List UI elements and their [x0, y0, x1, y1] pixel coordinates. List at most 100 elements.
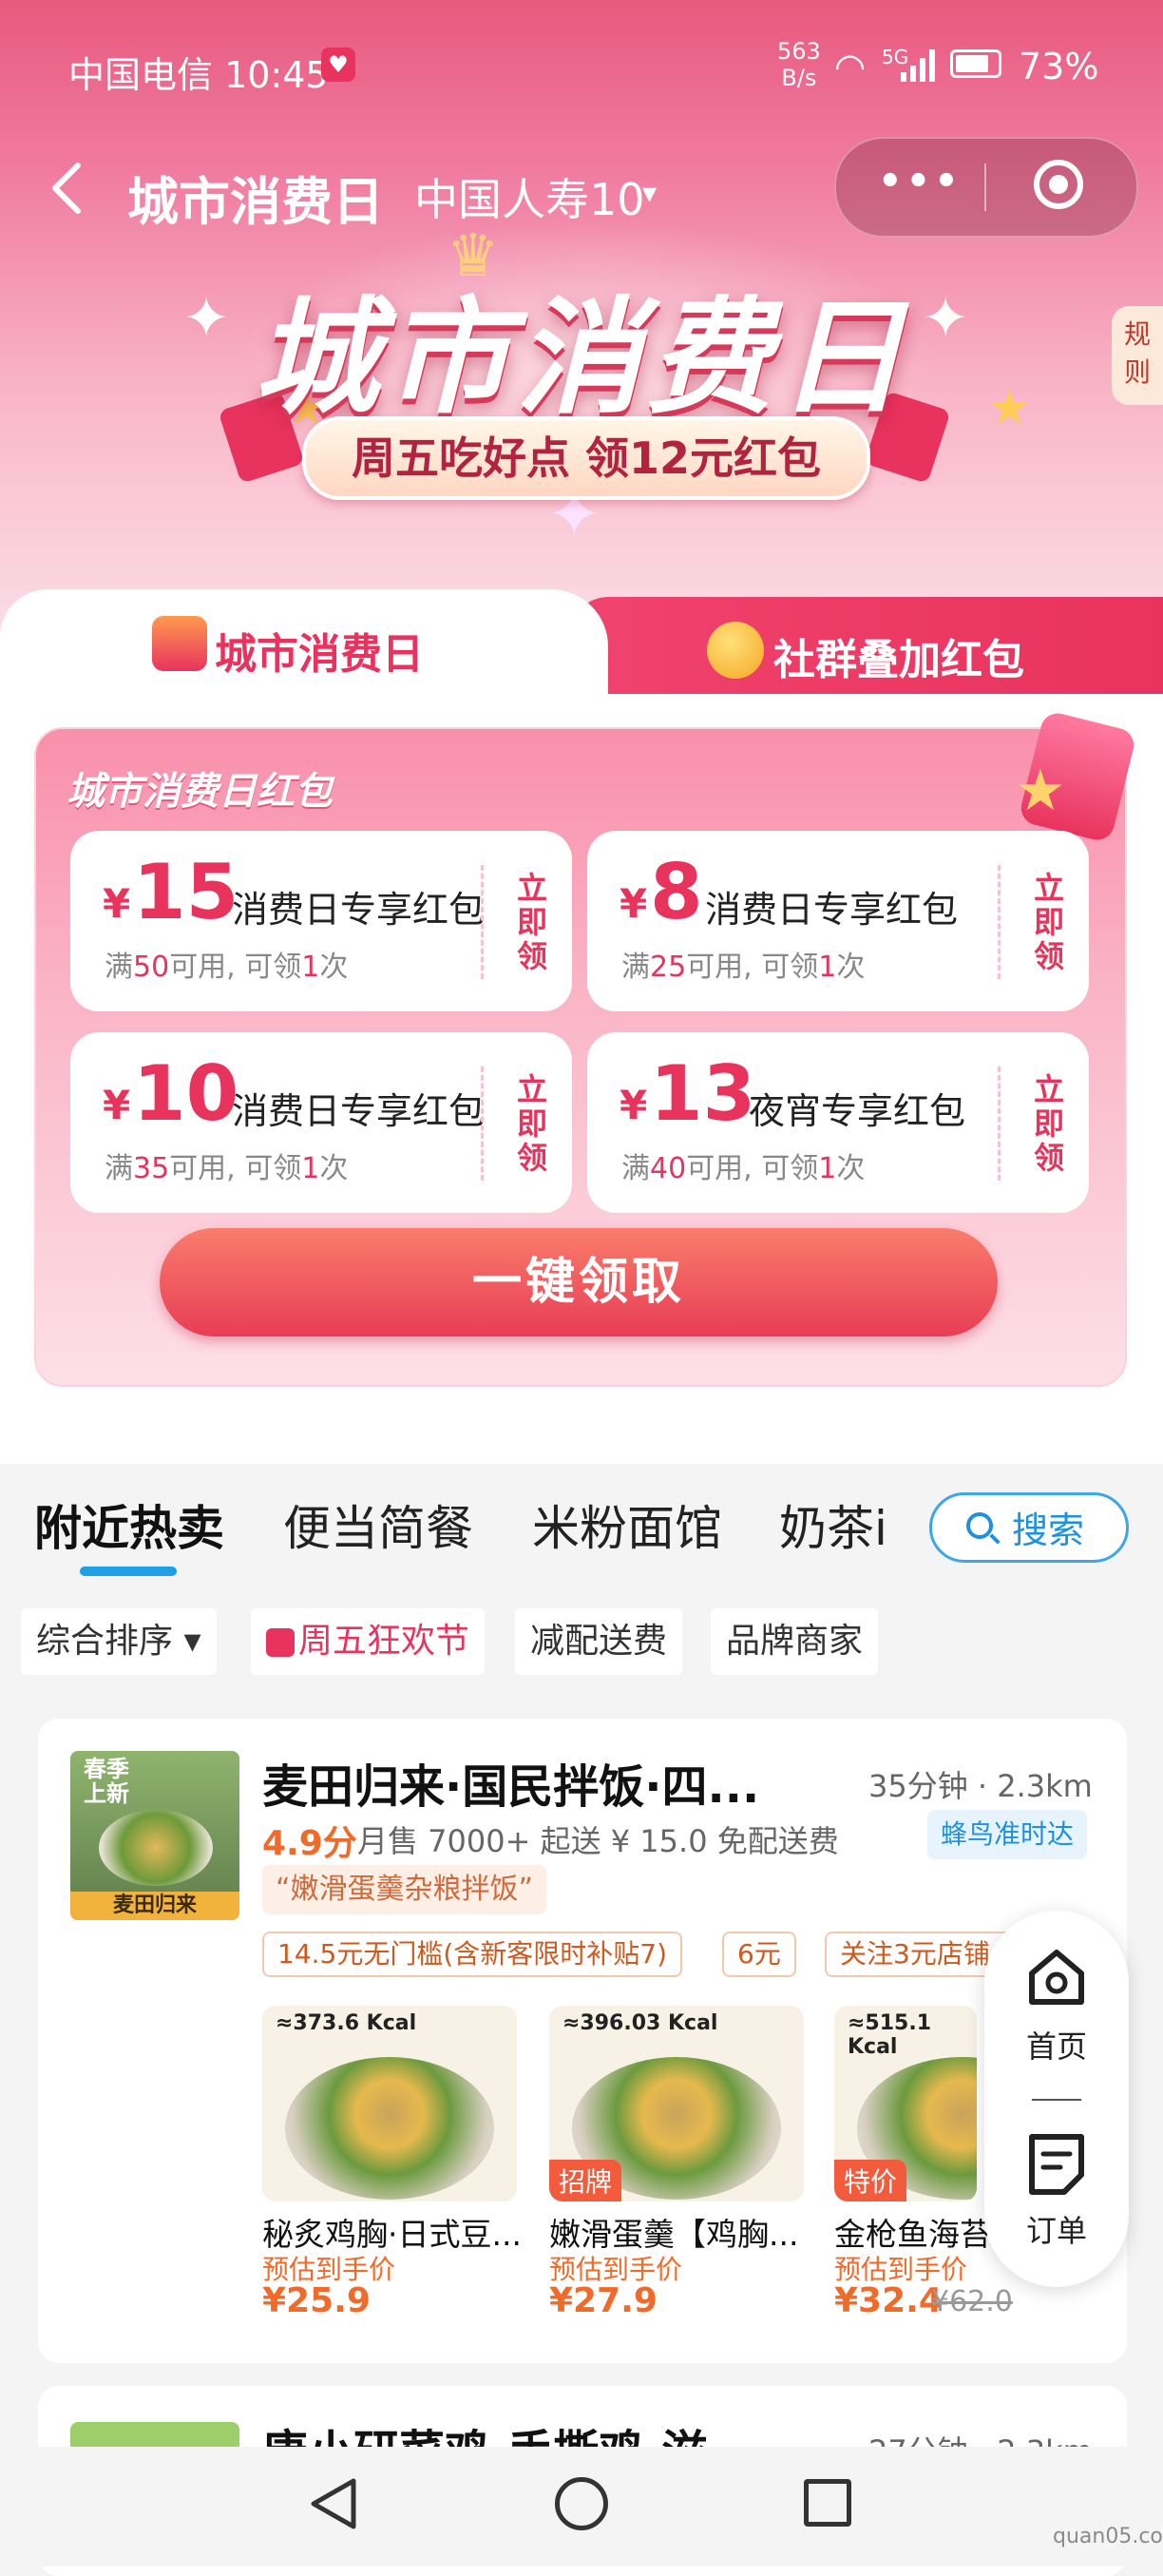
net-speed: 563 B/s	[777, 38, 821, 91]
coupon-name: 消费日专享红包	[705, 889, 959, 931]
logo-line2: 上新	[84, 1780, 129, 1807]
search-icon-handle	[989, 1533, 1001, 1545]
store-name[interactable]: 麦田归来·国民拌饭·四...	[262, 1749, 759, 1816]
coupon-divider	[481, 865, 484, 979]
coupon-currency: ¥	[620, 1082, 648, 1128]
claim-coupon-button[interactable]: 立即领	[517, 871, 551, 973]
page-title: 城市消费日	[127, 172, 384, 232]
food-badge: 特价	[834, 2160, 907, 2201]
food-bowl	[285, 2057, 494, 2200]
food-item-image[interactable]: ≈373.6 Kcal	[262, 2006, 517, 2201]
tab-social-bonus[interactable]: 社群叠加红包	[570, 597, 1163, 703]
filter-friday-festival[interactable]: 周五狂欢节	[251, 1608, 486, 1675]
promo-tag: 6元	[722, 1932, 796, 1977]
coupon-currency: ¥	[620, 880, 648, 927]
store-sales-info: 月售 7000+ 起送 ¥ 15.0 免配送费	[357, 1823, 839, 1859]
coupon-currency: ¥	[103, 880, 131, 927]
coupon-amount: 10	[133, 1049, 239, 1138]
back-triangle-icon[interactable]	[306, 2475, 359, 2536]
food-item-price: ¥25.9	[262, 2281, 371, 2320]
claim-all-button[interactable]: 一键领取	[160, 1228, 998, 1336]
net-speed-value: 563	[777, 38, 821, 65]
cond-threshold: 40	[650, 1152, 687, 1185]
food-item-name[interactable]: 秘炙鸡胸·日式豆...	[262, 2209, 522, 2255]
category-tab-nearby-hot[interactable]: 附近热卖	[34, 1490, 224, 1559]
coupon-name: 消费日专享红包	[232, 1090, 486, 1132]
smiley-emoji-icon	[707, 622, 764, 679]
coupon-condition: 满35可用, 可领1次	[105, 1144, 348, 1186]
gift-icon	[152, 616, 207, 671]
food-item-image[interactable]: ≈396.03 Kcal 招牌	[549, 2006, 804, 2201]
miniprogram-capsule: •••	[834, 137, 1138, 238]
filter-brand[interactable]: 品牌商家	[711, 1608, 879, 1675]
cond-mid: 可用, 可领	[169, 1152, 302, 1185]
logo-brand-bar: 麦田归来	[70, 1892, 239, 1920]
search-label: 搜索	[1012, 1509, 1085, 1551]
home-icon[interactable]	[1024, 1945, 1089, 2013]
back-arrow-icon[interactable]	[48, 160, 86, 221]
claim-coupon-button[interactable]: 立即领	[1034, 1072, 1068, 1175]
logo-tag: 春季 上新	[84, 1757, 129, 1806]
store-logo	[70, 2422, 239, 2447]
food-item-price: ¥32.4	[834, 2281, 943, 2320]
home-label[interactable]: 首页	[1026, 2023, 1087, 2067]
coupon-currency: ¥	[103, 1082, 131, 1128]
claim-coupon-button[interactable]: 立即领	[517, 1072, 551, 1175]
system-nav-bar: quan05.com	[0, 2447, 1163, 2566]
category-tab-milk-tea[interactable]: 奶茶i	[779, 1490, 893, 1559]
coupon-name: 消费日专享红包	[232, 889, 486, 931]
cond-suffix: 次	[836, 951, 866, 984]
food-item-name[interactable]: 金枪鱼海苔	[834, 2209, 991, 2255]
coupon-condition: 满50可用, 可领1次	[105, 943, 348, 985]
rules-label: 规则	[1124, 318, 1152, 388]
dropdown-caret-icon[interactable]: ▾	[642, 177, 657, 210]
rules-button[interactable]: 规则	[1112, 306, 1163, 405]
location-selector[interactable]: 中国人寿10	[414, 165, 645, 228]
logo-bowl	[99, 1810, 213, 1886]
tab-city-day[interactable]: 城市消费日	[0, 589, 608, 703]
filter-sort[interactable]: 综合排序 ▾	[21, 1608, 217, 1675]
coupon-card: ¥ 8 消费日专享红包 满25可用, 可领1次 立即领	[587, 831, 1089, 1011]
tab-city-day-label: 城市消费日	[215, 630, 424, 679]
cond-count: 1	[301, 1152, 320, 1185]
more-dots-icon[interactable]: •••	[878, 160, 963, 203]
claim-coupon-button[interactable]: 立即领	[1034, 871, 1068, 973]
cond-prefix: 满	[621, 1152, 650, 1185]
net-speed-unit: B/s	[781, 65, 817, 91]
battery-percent: 73%	[1019, 46, 1099, 87]
recents-square-icon[interactable]	[804, 2479, 851, 2527]
cond-count: 1	[301, 951, 320, 984]
cond-prefix: 满	[105, 1152, 133, 1185]
store-logo: 春季 上新 麦田归来	[70, 1751, 239, 1920]
coupon-name: 夜宵专享红包	[749, 1090, 966, 1132]
promo-tag: 14.5元无门槛(含新客限时补贴7)	[262, 1932, 683, 1977]
coupon-divider	[481, 1067, 484, 1181]
cond-prefix: 满	[621, 951, 650, 984]
home-circle-icon[interactable]	[555, 2477, 608, 2530]
status-bar: 中国电信 10:45 ♥ 563 B/s ◠ 5G 73%	[0, 0, 1163, 133]
carrier-time: 中国电信 10:45	[68, 54, 329, 96]
cond-count: 1	[818, 951, 837, 984]
cond-threshold: 50	[133, 951, 170, 984]
category-tab-bento[interactable]: 便当简餐	[283, 1490, 473, 1559]
cond-threshold: 35	[133, 1152, 170, 1185]
food-item-name[interactable]: 嫩滑蛋羹【鸡胸...	[549, 2209, 798, 2255]
cond-suffix: 次	[836, 1152, 866, 1185]
logo-line1: 春季	[84, 1756, 129, 1782]
cond-mid: 可用, 可领	[169, 951, 302, 984]
order-icon[interactable]	[1026, 2131, 1087, 2201]
active-tab-indicator	[80, 1567, 177, 1576]
search-button[interactable]: 搜索	[929, 1492, 1129, 1563]
hero-promo-banner: 周五吃好点 领12元红包	[302, 416, 870, 500]
filter-friday-label: 周五狂欢节	[298, 1622, 470, 1661]
order-label[interactable]: 订单	[1026, 2207, 1087, 2251]
cond-threshold: 25	[650, 951, 687, 984]
cond-count: 1	[818, 1152, 837, 1185]
food-item-image[interactable]: ≈515.1 Kcal 特价	[834, 2006, 977, 2201]
close-target-icon[interactable]	[1034, 160, 1083, 209]
gift-box-icon	[266, 1628, 295, 1657]
filter-reduced-delivery[interactable]: 减配送费	[515, 1608, 683, 1675]
category-tab-noodles[interactable]: 米粉面馆	[532, 1490, 722, 1559]
hero-title: 城市消费日	[254, 285, 909, 432]
cond-prefix: 满	[105, 951, 133, 984]
